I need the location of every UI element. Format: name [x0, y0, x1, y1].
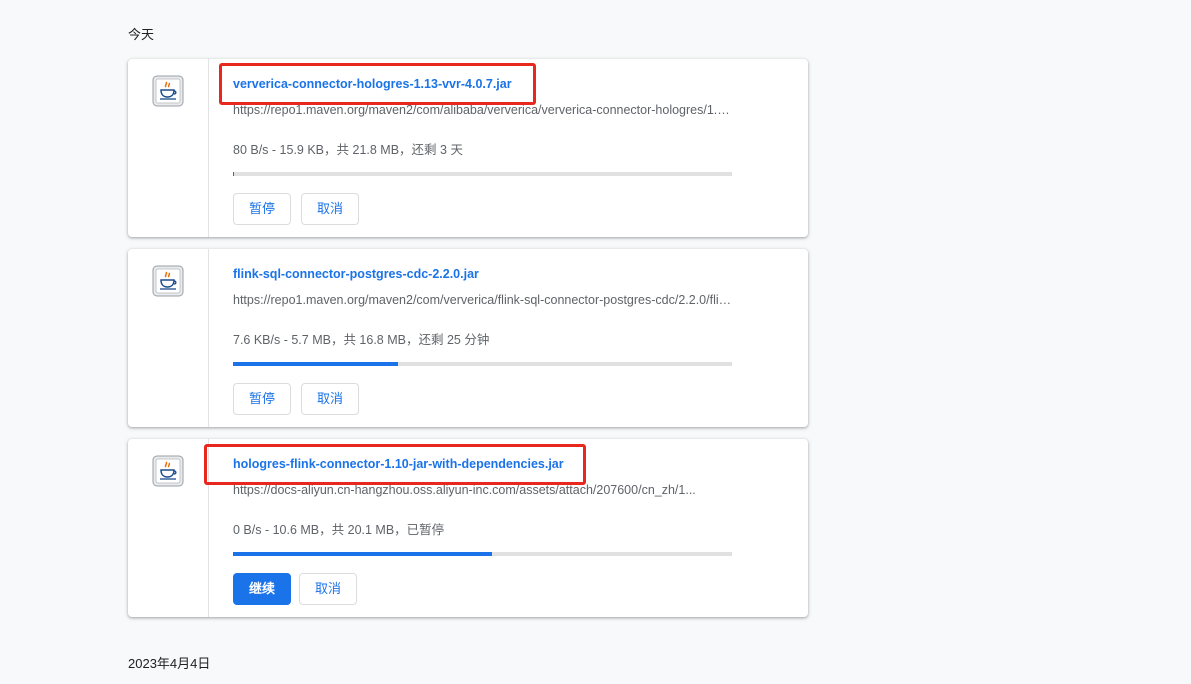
progress-bar	[233, 362, 732, 366]
pause-button[interactable]: 暂停	[233, 383, 292, 415]
progress-bar	[233, 172, 732, 176]
download-status: 80 B/s - 15.9 KB，共 21.8 MB，还剩 3 天	[233, 143, 463, 157]
cancel-button[interactable]: 取消	[301, 193, 360, 225]
section-header-today: 今天	[128, 27, 155, 42]
progress-fill	[233, 362, 398, 366]
download-status: 0 B/s - 10.6 MB，共 20.1 MB，已暂停	[233, 523, 445, 537]
file-url: https://docs-aliyun.cn-hangzhou.oss.aliy…	[233, 483, 696, 497]
progress-fill	[233, 552, 493, 556]
cancel-button[interactable]: 取消	[299, 573, 358, 605]
file-name-link[interactable]: ververica-connector-hologres-1.13-vvr-4.…	[233, 77, 512, 91]
file-name-link[interactable]: flink-sql-connector-postgres-cdc-2.2.0.j…	[233, 267, 479, 281]
pause-button[interactable]: 暂停	[233, 193, 292, 225]
download-card: flink-sql-connector-postgres-cdc-2.2.0.j…	[128, 249, 808, 427]
download-card: hologres-flink-connector-1.10-jar-with-d…	[128, 439, 808, 617]
section-header-date: 2023年4月4日	[128, 656, 211, 671]
java-jar-icon	[152, 455, 184, 487]
file-name-link[interactable]: hologres-flink-connector-1.10-jar-with-d…	[233, 457, 564, 471]
progress-bar	[233, 552, 732, 556]
cancel-button[interactable]: 取消	[301, 383, 360, 415]
download-card: ververica-connector-hologres-1.13-vvr-4.…	[128, 59, 808, 237]
java-jar-icon	[152, 75, 184, 107]
resume-button[interactable]: 继续	[233, 573, 292, 605]
download-status: 7.6 KB/s - 5.7 MB，共 16.8 MB，还剩 25 分钟	[233, 333, 490, 347]
file-url: https://repo1.maven.org/maven2/com/verve…	[233, 293, 733, 307]
java-jar-icon	[152, 265, 184, 297]
file-url: https://repo1.maven.org/maven2/com/aliba…	[233, 103, 733, 117]
